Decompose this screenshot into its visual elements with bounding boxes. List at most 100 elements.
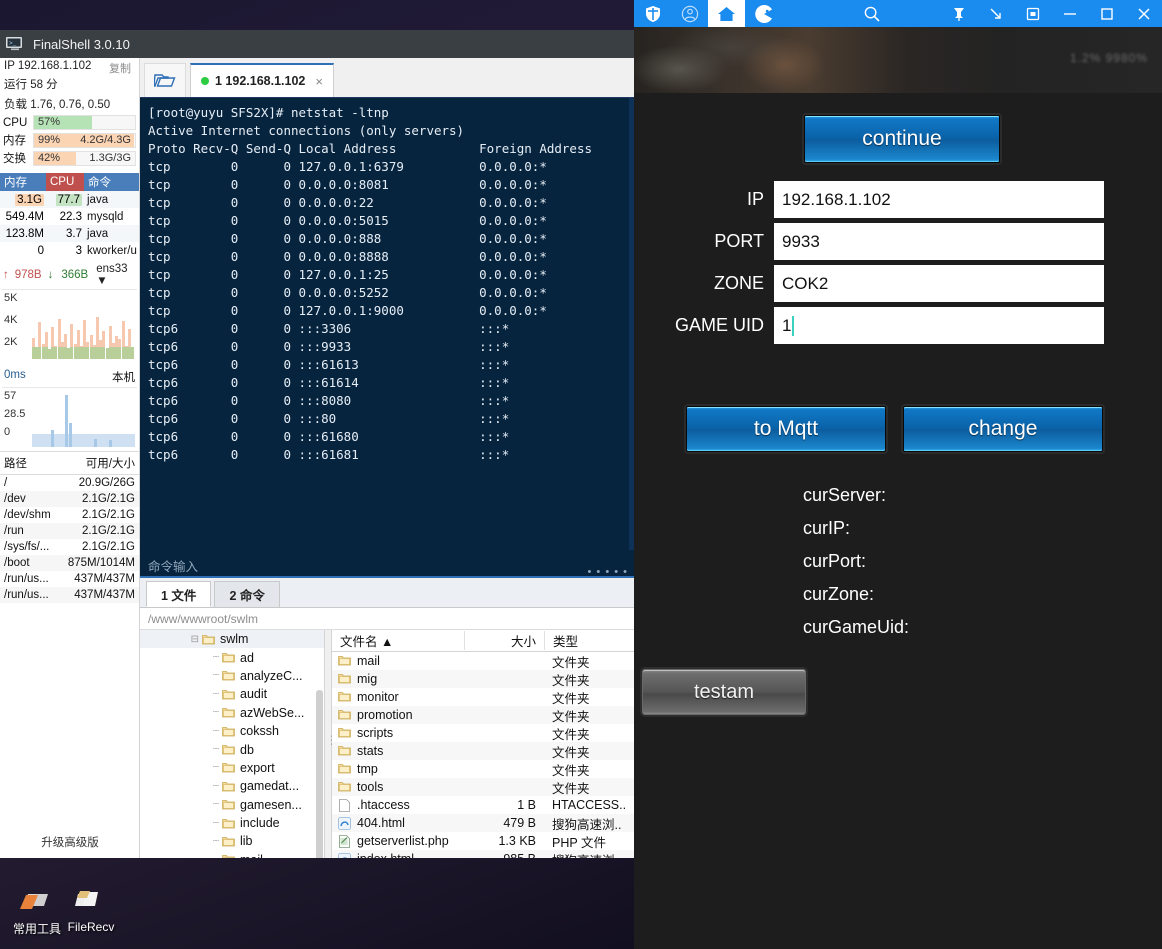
file-name: mig bbox=[357, 672, 378, 686]
port-input[interactable]: 9933 bbox=[774, 223, 1104, 260]
session-tab[interactable]: 1 192.168.1.102 × bbox=[190, 63, 334, 97]
shield-icon-tab[interactable] bbox=[634, 0, 671, 27]
change-button[interactable]: change bbox=[903, 406, 1103, 452]
file-row[interactable]: index.html 985 B 搜狗高速浏.. bbox=[332, 850, 634, 858]
file-row[interactable]: mig 文件夹 bbox=[332, 670, 634, 688]
file-col-size[interactable]: 大小 bbox=[464, 631, 544, 650]
file-row[interactable]: stats 文件夹 bbox=[332, 742, 634, 760]
disk-col-path[interactable]: 路径 bbox=[4, 455, 66, 471]
tree-scrollbar[interactable] bbox=[316, 690, 323, 858]
tree-item[interactable]: ┈ include bbox=[140, 814, 324, 832]
desktop-icon-area: 常用工具 FileRecv bbox=[0, 880, 634, 949]
tree-item[interactable]: ┈ gamedat... bbox=[140, 777, 324, 795]
meter-row-1: 内存 99% 4.2G/4.3G bbox=[0, 131, 139, 149]
process-row[interactable]: 123.8M 3.7 java bbox=[0, 225, 139, 242]
command-input[interactable]: 命令输入 bbox=[140, 550, 634, 578]
to-mqtt-button[interactable]: to Mqtt bbox=[686, 406, 886, 452]
file-row[interactable]: tmp 文件夹 bbox=[332, 760, 634, 778]
user-circle-icon-tab[interactable] bbox=[671, 0, 708, 27]
home-icon-tab[interactable] bbox=[708, 0, 745, 27]
collapse-icon[interactable] bbox=[977, 0, 1014, 27]
zone-input[interactable]: COK2 bbox=[774, 265, 1104, 302]
file-name: monitor bbox=[357, 690, 399, 704]
desktop-icon-filerecv[interactable]: FileRecv bbox=[46, 888, 136, 934]
process-col-mem[interactable]: 内存 bbox=[0, 173, 46, 191]
pacman-icon-tab[interactable] bbox=[745, 0, 782, 27]
pin-icon[interactable] bbox=[940, 0, 977, 27]
process-row[interactable]: 0 3 kworker/u bbox=[0, 242, 139, 259]
tree-item[interactable]: ┈ db bbox=[140, 740, 324, 758]
disk-row[interactable]: /dev 2.1G/2.1G bbox=[0, 491, 139, 507]
file-name: 404.html bbox=[357, 816, 405, 830]
file-row[interactable]: getserverlist.php 1.3 KB PHP 文件 bbox=[332, 832, 634, 850]
screenshot-icon[interactable] bbox=[1014, 0, 1051, 27]
tree-item[interactable]: ┈ mail bbox=[140, 851, 324, 858]
net-upload-value: 978B bbox=[14, 269, 42, 281]
file-row[interactable]: monitor 文件夹 bbox=[332, 688, 634, 706]
gameuid-input[interactable]: 1 bbox=[774, 307, 1104, 344]
process-row[interactable]: 3.1G 77.7 java bbox=[0, 191, 139, 208]
ip-input[interactable]: 192.168.1.102 bbox=[774, 181, 1104, 218]
file-row[interactable]: mail 文件夹 bbox=[332, 652, 634, 670]
network-interface-select[interactable]: ens33 ▼ bbox=[96, 263, 136, 287]
folder-icon bbox=[222, 799, 235, 810]
disk-size: 2.1G/2.1G bbox=[81, 541, 135, 553]
disk-row[interactable]: /dev/shm 2.1G/2.1G bbox=[0, 507, 139, 523]
tree-item[interactable]: ┈ export bbox=[140, 759, 324, 777]
maximize-icon[interactable] bbox=[1088, 0, 1125, 27]
disk-col-size[interactable]: 可用/大小 bbox=[66, 455, 135, 471]
directory-tree[interactable]: ⊟ swlm ┈ ad ┈ analyzeC... ┈ audit ┈ azWe… bbox=[140, 630, 325, 858]
tree-item[interactable]: ┈ cokssh bbox=[140, 722, 324, 740]
file-row[interactable]: tools 文件夹 bbox=[332, 778, 634, 796]
tree-item[interactable]: ┈ gamesen... bbox=[140, 796, 324, 814]
file-type: 文件夹 bbox=[552, 745, 590, 760]
file-row[interactable]: scripts 文件夹 bbox=[332, 724, 634, 742]
disk-row[interactable]: /run/us... 437M/437M bbox=[0, 571, 139, 587]
process-cmd: kworker/u bbox=[87, 244, 137, 257]
disk-row[interactable]: / 20.9G/26G bbox=[0, 475, 139, 491]
field-row-gameuid: GAME UID 1 bbox=[654, 307, 1104, 344]
disk-row[interactable]: /boot 875M/1014M bbox=[0, 555, 139, 571]
tree-item[interactable]: ┈ ad bbox=[140, 648, 324, 666]
minimize-icon[interactable] bbox=[1051, 0, 1088, 27]
tree-item[interactable]: ┈ audit bbox=[140, 685, 324, 703]
file-name: promotion bbox=[357, 708, 413, 722]
process-cpu: 77.7 bbox=[55, 193, 82, 206]
folder-icon bbox=[222, 818, 235, 829]
tree-item[interactable]: ┈ azWebSe... bbox=[140, 704, 324, 722]
file-col-name[interactable]: 文件名 ▲ bbox=[332, 631, 464, 650]
disk-row[interactable]: /run/us... 437M/437M bbox=[0, 587, 139, 603]
tab-commands[interactable]: 2 命令 bbox=[214, 581, 280, 607]
file-col-type[interactable]: 类型 bbox=[544, 631, 634, 650]
disk-row[interactable]: /sys/fs/... 2.1G/2.1G bbox=[0, 539, 139, 555]
search-icon[interactable] bbox=[853, 0, 890, 27]
open-folder-icon[interactable] bbox=[144, 63, 186, 97]
meter-value-1: 4.2G/4.3G bbox=[80, 133, 131, 146]
close-icon[interactable] bbox=[1125, 0, 1162, 27]
tree-item[interactable]: ┈ analyzeC... bbox=[140, 667, 324, 685]
file-row[interactable]: promotion 文件夹 bbox=[332, 706, 634, 724]
process-col-cpu[interactable]: CPU bbox=[46, 173, 84, 191]
process-col-cmd[interactable]: 命令 bbox=[84, 173, 139, 191]
filemanager-path[interactable]: /www/wwwroot/swlm bbox=[140, 608, 634, 630]
desktop-icon-filerecv-label: FileRecv bbox=[67, 920, 115, 934]
tree-item[interactable]: ⊟ swlm bbox=[140, 630, 324, 649]
file-row[interactable]: 404.html 479 B 搜狗高速浏.. bbox=[332, 814, 634, 832]
close-icon[interactable]: × bbox=[315, 74, 323, 89]
copy-button[interactable]: 复制 bbox=[109, 60, 131, 76]
upgrade-link[interactable]: 升级高级版 bbox=[0, 834, 139, 850]
continue-button[interactable]: continue bbox=[804, 115, 1000, 163]
testam-button[interactable]: testam bbox=[642, 669, 806, 715]
resize-grip-icon[interactable]: • • • • • bbox=[588, 566, 628, 578]
ping-graph: 57 28.5 0 bbox=[2, 387, 137, 449]
panel-splitter[interactable] bbox=[325, 630, 338, 858]
tab-files[interactable]: 1 文件 bbox=[146, 581, 212, 607]
process-row[interactable]: 549.4M 22.3 mysqld bbox=[0, 208, 139, 225]
file-row[interactable]: .htaccess 1 B HTACCESS.. bbox=[332, 796, 634, 814]
disk-path: /run bbox=[4, 525, 24, 537]
disk-size: 20.9G/26G bbox=[78, 477, 135, 489]
tree-item[interactable]: ┈ lib bbox=[140, 832, 324, 850]
disk-row[interactable]: /run 2.1G/2.1G bbox=[0, 523, 139, 539]
field-row-zone: ZONE COK2 bbox=[654, 265, 1104, 302]
terminal-output[interactable]: [root@yuyu SFS2X]# netstat -ltnp Active I… bbox=[140, 98, 634, 550]
